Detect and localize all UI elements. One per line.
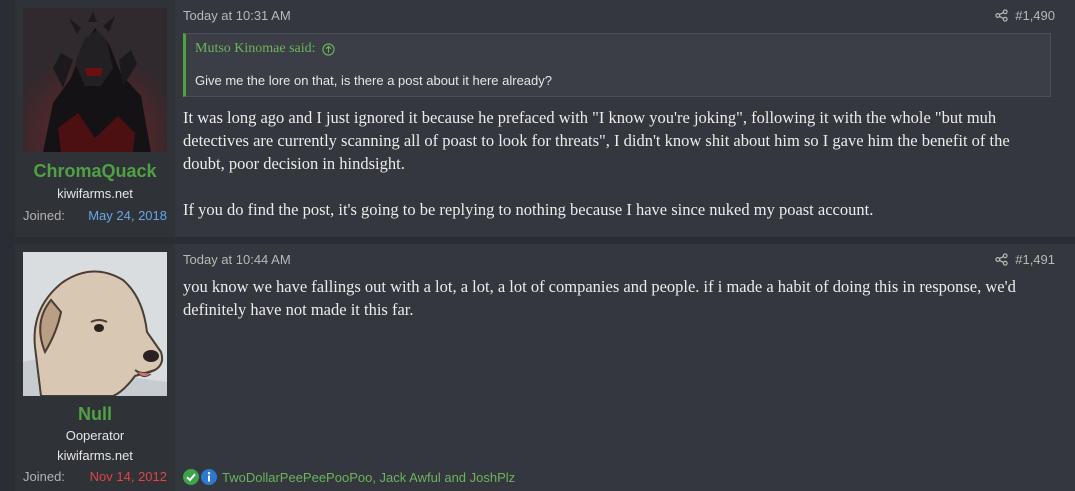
dark-armored-knight-avatar-icon xyxy=(23,8,167,152)
go-to-quoted-post-icon[interactable] xyxy=(321,42,335,56)
avatar[interactable] xyxy=(23,8,167,152)
post-message: you know we have fallings out with a lot… xyxy=(183,275,1053,321)
post-1490: ChromaQuack kiwifarms.net Joined: May 24… xyxy=(15,0,1075,237)
joined-label: Joined: xyxy=(23,469,65,484)
username[interactable]: Null xyxy=(15,404,175,425)
user-title: Ooperator xyxy=(65,428,125,443)
checkmark-reaction-icon[interactable] xyxy=(183,469,199,485)
joined-date: May 24, 2018 xyxy=(88,208,167,223)
post-meta: #1,491 xyxy=(995,252,1055,267)
post-content-cell: Today at 10:31 AM #1,490 Mutso Kinomae s… xyxy=(175,0,1075,237)
user-site-label: kiwifarms.net xyxy=(57,186,133,201)
username[interactable]: ChromaQuack xyxy=(15,161,175,182)
share-icon[interactable] xyxy=(995,253,1008,266)
reactions-bar[interactable]: TwoDollarPeePeePooPoo, Jack Awful and Jo… xyxy=(183,469,515,485)
message-paragraph: It was long ago and I just ignored it be… xyxy=(183,108,1010,173)
informative-reaction-icon[interactable] xyxy=(201,469,217,485)
share-icon[interactable] xyxy=(995,9,1008,22)
post-meta: #1,490 xyxy=(995,8,1055,23)
joined-date: Nov 14, 2012 xyxy=(89,469,167,484)
message-paragraph: If you do find the post, it's going to b… xyxy=(183,200,874,219)
post-content-cell: Today at 10:44 AM #1,491 you know we hav… xyxy=(175,244,1075,491)
avatar[interactable] xyxy=(23,252,167,396)
quote-text: Give me the lore on that, is there a pos… xyxy=(195,73,552,88)
joined-label: Joined: xyxy=(23,208,65,223)
post-number-link[interactable]: #1,490 xyxy=(1015,8,1055,23)
quote-header[interactable]: Mutso Kinomae said: xyxy=(195,41,335,57)
post-user-cell: ChromaQuack kiwifarms.net Joined: May 24… xyxy=(15,0,175,237)
post-message: It was long ago and I just ignored it be… xyxy=(183,106,1053,221)
user-site-label: kiwifarms.net xyxy=(57,448,133,463)
post-number-link[interactable]: #1,491 xyxy=(1015,252,1055,267)
message-paragraph: you know we have fallings out with a lot… xyxy=(183,277,1016,319)
post-user-cell: Null Ooperator kiwifarms.net Joined: Nov… xyxy=(15,244,175,491)
post-1491: Null Ooperator kiwifarms.net Joined: Nov… xyxy=(15,244,1075,491)
post-timestamp[interactable]: Today at 10:31 AM xyxy=(183,8,291,23)
reaction-users-link[interactable]: TwoDollarPeePeePooPoo, Jack Awful and Jo… xyxy=(222,470,515,485)
post-timestamp[interactable]: Today at 10:44 AM xyxy=(183,252,291,267)
cartoon-dog-avatar-icon xyxy=(23,252,167,396)
quote-block: Mutso Kinomae said: Give me the lore on … xyxy=(183,33,1051,97)
quote-author[interactable]: Mutso Kinomae said: xyxy=(195,41,316,57)
